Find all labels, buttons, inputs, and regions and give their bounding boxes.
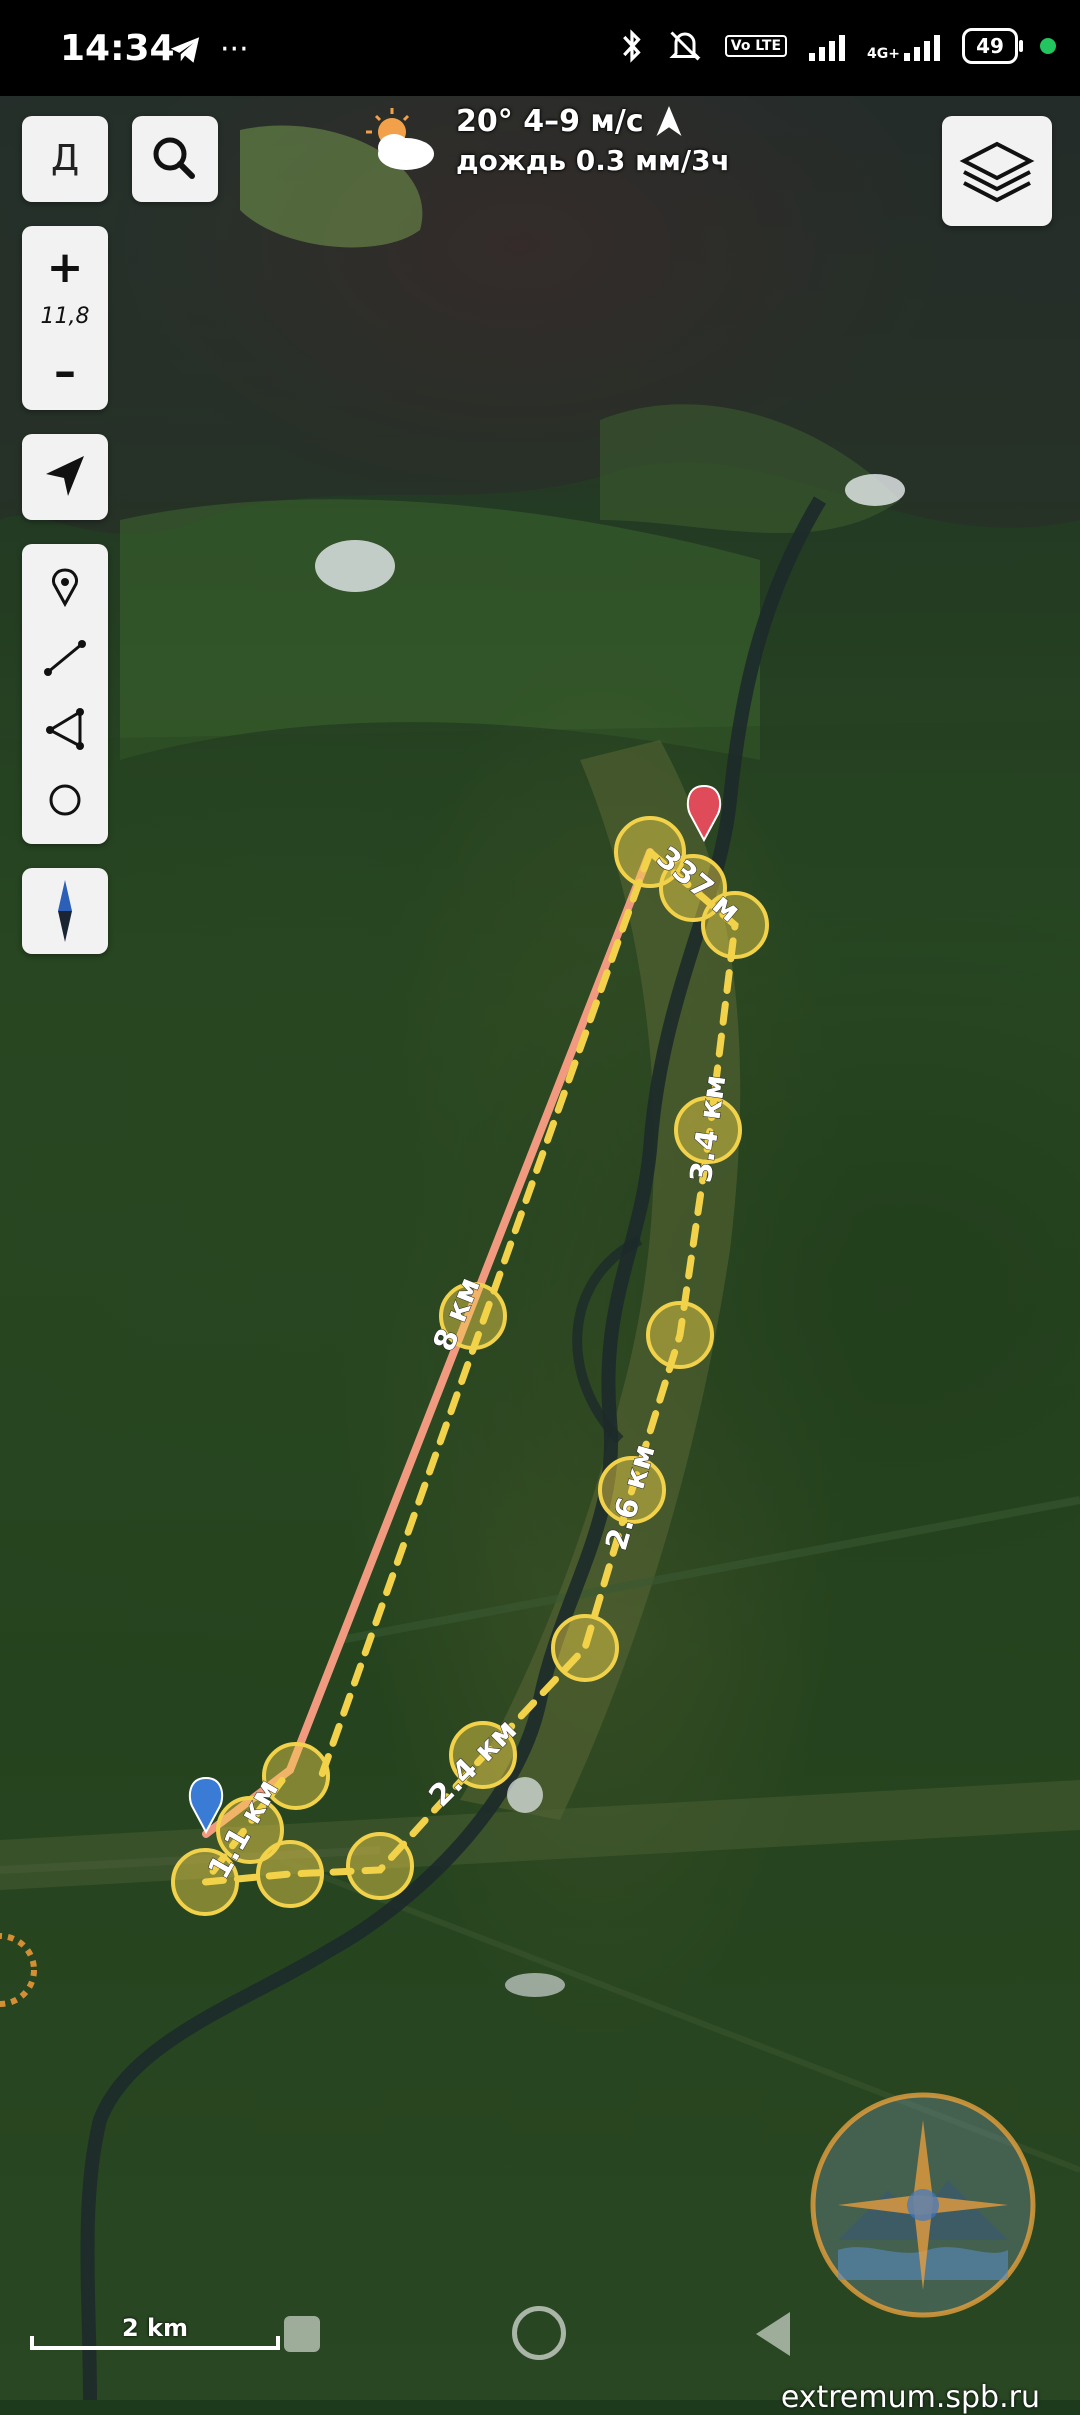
zoom-out-button[interactable]: – bbox=[22, 350, 108, 394]
status-bar: 14:34 ··· Vo LTE 4G+ 49 bbox=[0, 0, 1080, 96]
d-button[interactable]: Д bbox=[22, 116, 108, 202]
draw-circle-button[interactable] bbox=[22, 762, 108, 832]
map-pin-icon bbox=[52, 568, 78, 608]
search-icon bbox=[153, 137, 195, 179]
more-notifications-indicator: ··· bbox=[220, 32, 249, 67]
my-location-button[interactable] bbox=[22, 434, 108, 520]
scale-tick-left bbox=[30, 2336, 34, 2350]
polyline-icon bbox=[44, 640, 86, 676]
compass-button[interactable] bbox=[22, 868, 108, 954]
weather-precipitation: дождь 0.3 мм/3ч bbox=[456, 144, 730, 177]
zoom-control: + 11,8 – bbox=[22, 226, 108, 410]
volte-icon: Vo LTE bbox=[724, 35, 788, 57]
status-time: 14:34 bbox=[60, 28, 175, 69]
compass-needle-icon bbox=[58, 880, 72, 942]
route-vertex bbox=[646, 1301, 714, 1369]
drawing-tools-panel bbox=[22, 544, 108, 844]
navigation-arrow-icon bbox=[46, 456, 84, 496]
route-vertex bbox=[551, 1614, 619, 1682]
rescue-team-logo bbox=[810, 2092, 1036, 2318]
silent-mode-icon bbox=[669, 31, 701, 61]
telegram-icon bbox=[170, 37, 200, 63]
route-vertex bbox=[346, 1832, 414, 1900]
add-point-button[interactable] bbox=[22, 552, 108, 622]
recents-button[interactable] bbox=[284, 2316, 320, 2352]
home-button[interactable] bbox=[512, 2306, 566, 2360]
weather-temp-wind: 20° 4–9 м/с bbox=[456, 104, 644, 139]
scale-tick-right bbox=[276, 2336, 280, 2350]
layers-icon bbox=[959, 141, 1035, 203]
layers-button[interactable] bbox=[942, 116, 1052, 226]
search-button[interactable] bbox=[132, 116, 218, 202]
zoom-in-button[interactable]: + bbox=[22, 246, 108, 290]
zoom-level: 11,8 bbox=[40, 304, 90, 329]
draw-polygon-button[interactable] bbox=[22, 692, 108, 762]
wind-direction-icon bbox=[656, 106, 682, 136]
map-view[interactable]: 8 км 1.1 км 2.4 км 2.6 км 3.4 км 337 м bbox=[0, 96, 1080, 2400]
network-type-label: 4G+ bbox=[867, 46, 900, 62]
circle-icon bbox=[49, 784, 81, 816]
map-layer: 8 км 1.1 км 2.4 км 2.6 км 3.4 км 337 м bbox=[0, 96, 1080, 2400]
battery-level: 49 bbox=[976, 34, 1004, 58]
scale-line bbox=[30, 2346, 280, 2350]
draw-line-button[interactable] bbox=[22, 622, 108, 692]
partly-cloudy-sun-icon bbox=[366, 108, 434, 170]
scale-label: 2 km bbox=[121, 2314, 189, 2342]
back-button[interactable] bbox=[756, 2312, 790, 2356]
signal-strength-icon-2 bbox=[904, 31, 940, 61]
signal-strength-icon bbox=[809, 31, 846, 61]
map-credit[interactable]: extremum.spb.ru bbox=[781, 2380, 1040, 2415]
network-signal-4g: 4G+ bbox=[867, 31, 940, 61]
bluetooth-icon bbox=[622, 29, 641, 63]
status-right-icons: Vo LTE 4G+ 49 bbox=[619, 28, 1056, 64]
scale-bar: 2 km bbox=[30, 2314, 280, 2350]
polygon-icon bbox=[46, 708, 84, 750]
privacy-indicator-dot bbox=[1040, 38, 1056, 54]
status-left-icons: ··· bbox=[168, 30, 249, 70]
battery-icon: 49 bbox=[962, 28, 1023, 64]
